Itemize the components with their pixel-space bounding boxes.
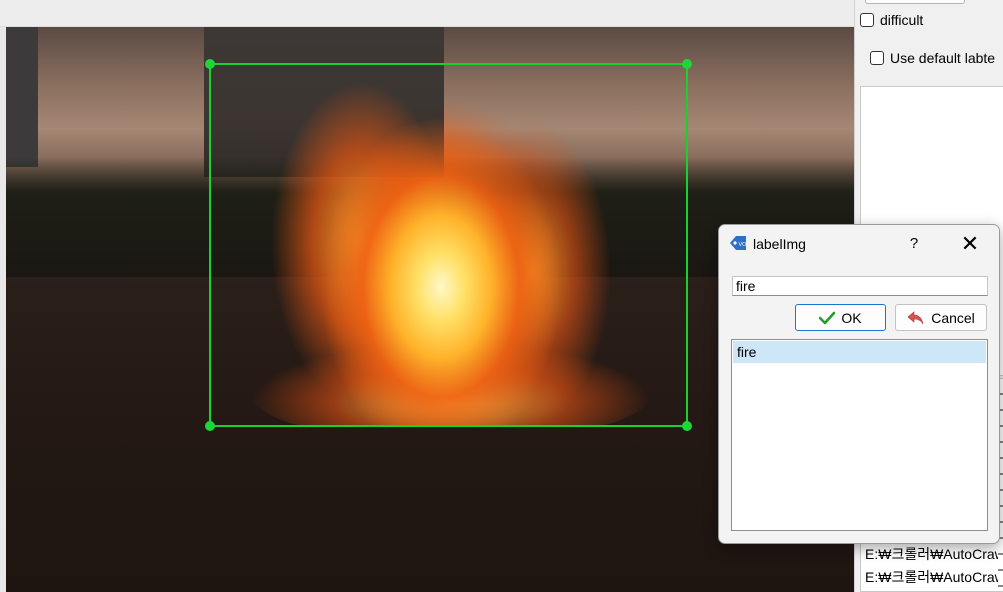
file-list-item[interactable]: E:₩크롤러₩AutoCraw [865, 544, 1003, 564]
file-list-item[interactable]: E:₩크롤러₩AutoCraw [865, 567, 1003, 587]
use-default-label-checkbox[interactable] [870, 51, 884, 65]
close-icon[interactable]: ✕ [955, 231, 985, 257]
label-dialog: VOC labelImg ? ✕ OK Cancel fire [718, 224, 1000, 544]
dialog-titlebar[interactable]: VOC labelImg ? ✕ [719, 225, 999, 263]
undo-arrow-icon [907, 310, 924, 324]
edit-label-button[interactable] [865, 0, 965, 4]
background-tower [6, 27, 38, 167]
ok-button-label: OK [841, 309, 862, 326]
label-input[interactable] [732, 276, 988, 296]
difficult-checkbox[interactable] [860, 13, 874, 27]
bbox-handle-top-left[interactable] [205, 59, 215, 69]
label-history-list[interactable]: fire [731, 339, 988, 531]
dialog-title: labelImg [753, 236, 806, 252]
bounding-box-fire[interactable] [205, 59, 692, 431]
cancel-button-label: Cancel [931, 309, 975, 326]
toolbar-strip [0, 0, 856, 27]
use-default-label-row[interactable]: Use default labte [870, 50, 995, 66]
cancel-button[interactable]: Cancel [895, 304, 987, 331]
help-button[interactable]: ? [901, 233, 927, 255]
bbox-handle-bottom-left[interactable] [205, 421, 215, 431]
svg-text:VOC: VOC [739, 242, 748, 248]
labelimg-window: difficult Use default labte E:₩크롤러₩AutoC… [0, 0, 1003, 592]
bbox-handle-bottom-right[interactable] [682, 421, 692, 431]
use-default-label-text: Use default labte [890, 50, 996, 66]
voc-tag-icon: VOC [730, 236, 748, 250]
ok-button[interactable]: OK [795, 304, 886, 331]
difficult-checkbox-row[interactable]: difficult [860, 12, 923, 28]
check-icon [819, 311, 836, 324]
bbox-handle-top-right[interactable] [682, 59, 692, 69]
label-list-item[interactable]: fire [733, 341, 986, 363]
difficult-label: difficult [880, 12, 924, 28]
